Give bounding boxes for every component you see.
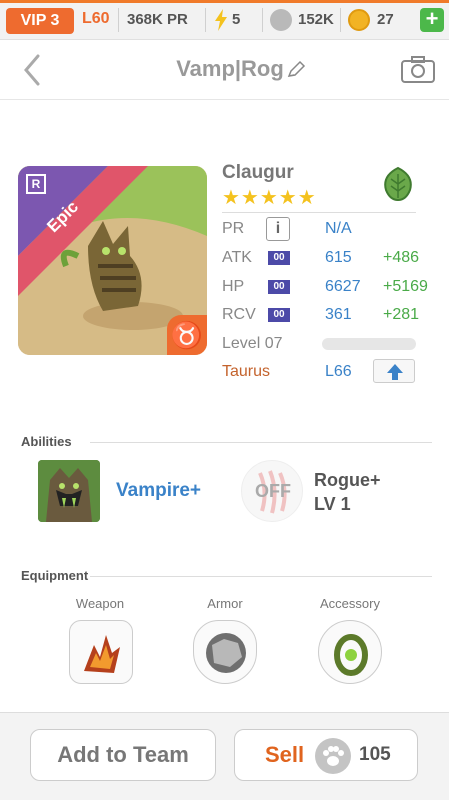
divider: [205, 8, 206, 32]
creature-portrait[interactable]: R Epic ♉: [18, 166, 207, 355]
stat-tag-rcv: 00: [268, 308, 290, 322]
divider: [340, 8, 341, 32]
add-currency-button[interactable]: +: [420, 8, 444, 32]
stat-bonus-rcv: +281: [383, 306, 420, 323]
coin-count: 152K: [298, 11, 334, 28]
armor-slot[interactable]: [193, 620, 257, 684]
pencil-icon[interactable]: [286, 60, 306, 80]
creature-name: Claugur: [222, 162, 294, 183]
zodiac-badge: ♉: [167, 315, 207, 355]
creature-level: Level 07: [222, 335, 283, 352]
primary-ability-name[interactable]: Vampire+: [116, 480, 201, 502]
camera-icon[interactable]: [400, 54, 436, 84]
vampire-ability-icon[interactable]: [38, 460, 100, 522]
vampire-art: [38, 460, 100, 522]
divider: [90, 576, 432, 577]
accessory-slot[interactable]: [318, 620, 382, 684]
status-bar-accent: [0, 0, 449, 3]
info-icon[interactable]: i: [266, 217, 290, 241]
paw-coin-icon: [315, 738, 351, 774]
sell-price: 105: [359, 744, 391, 765]
divider: [90, 442, 432, 443]
armor-icon: [206, 633, 246, 673]
stat-value-hp: 6627: [325, 278, 361, 295]
armor-label: Armor: [207, 596, 243, 611]
divider: [118, 8, 119, 32]
upgrade-button[interactable]: [373, 359, 415, 383]
equipment-title: Equipment: [21, 568, 89, 583]
player-pr: 368K PR: [127, 11, 188, 28]
paw-coin-icon: [270, 9, 292, 31]
weapon-slot[interactable]: [69, 620, 133, 684]
energy-count: 5: [232, 11, 241, 28]
accessory-label: Accessory: [320, 596, 380, 611]
abilities-title: Abilities: [21, 434, 72, 449]
weapon-label: Weapon: [75, 596, 125, 611]
stat-label-atk: ATK: [222, 249, 252, 266]
weapon-icon: [84, 635, 120, 673]
sell-button[interactable]: Sell 105: [234, 729, 418, 781]
stat-label-hp: HP: [222, 278, 245, 295]
stat-value-atk: 615: [325, 249, 352, 266]
secondary-ability-level: LV 1: [314, 494, 351, 514]
ability-state: OFF: [255, 481, 291, 501]
lightning-icon: [215, 9, 227, 31]
stat-value-pr: N/A: [325, 220, 352, 237]
vip-badge[interactable]: VIP 3: [6, 8, 74, 34]
add-to-team-button[interactable]: Add to Team: [30, 729, 216, 781]
accessory-icon: [334, 634, 368, 676]
rarity-badge: R: [26, 174, 46, 194]
stat-bonus-atk: +486: [383, 249, 420, 266]
stat-value-rcv: 361: [325, 306, 352, 323]
divider: [262, 8, 263, 32]
stat-bonus-hp: +5169: [383, 278, 428, 295]
status-bar: VIP 3 L60 368K PR 5 152K 27 +: [0, 0, 449, 40]
secondary-ability-toggle[interactable]: OFF: [241, 460, 303, 522]
stat-label-pr: PR: [222, 220, 245, 237]
page-title[interactable]: Vamp|Rog: [176, 56, 284, 81]
stat-label-rcv: RCV: [222, 306, 256, 323]
stat-tag-hp: 00: [268, 280, 290, 294]
level-progress-bar: [322, 338, 416, 350]
bottom-action-bar: Add to Team Sell 105: [0, 712, 449, 800]
divider: [222, 212, 416, 213]
back-chevron-icon[interactable]: [18, 52, 48, 88]
secondary-ability-name: Rogue+: [314, 470, 381, 490]
gold-count: 27: [377, 11, 394, 28]
stat-tag-atk: 00: [268, 251, 290, 265]
paw-icon: [323, 746, 344, 766]
leaf-icon: [384, 166, 412, 202]
arrow-up-icon: [387, 364, 403, 380]
gold-coin-icon: [348, 9, 370, 31]
zodiac-level: L66: [325, 363, 352, 380]
player-level: L60: [82, 10, 110, 27]
star-rating: ★★★★★: [222, 187, 317, 209]
sell-label: Sell: [265, 742, 305, 767]
zodiac-name: Taurus: [222, 363, 271, 380]
page-header: Vamp|Rog: [0, 40, 449, 100]
